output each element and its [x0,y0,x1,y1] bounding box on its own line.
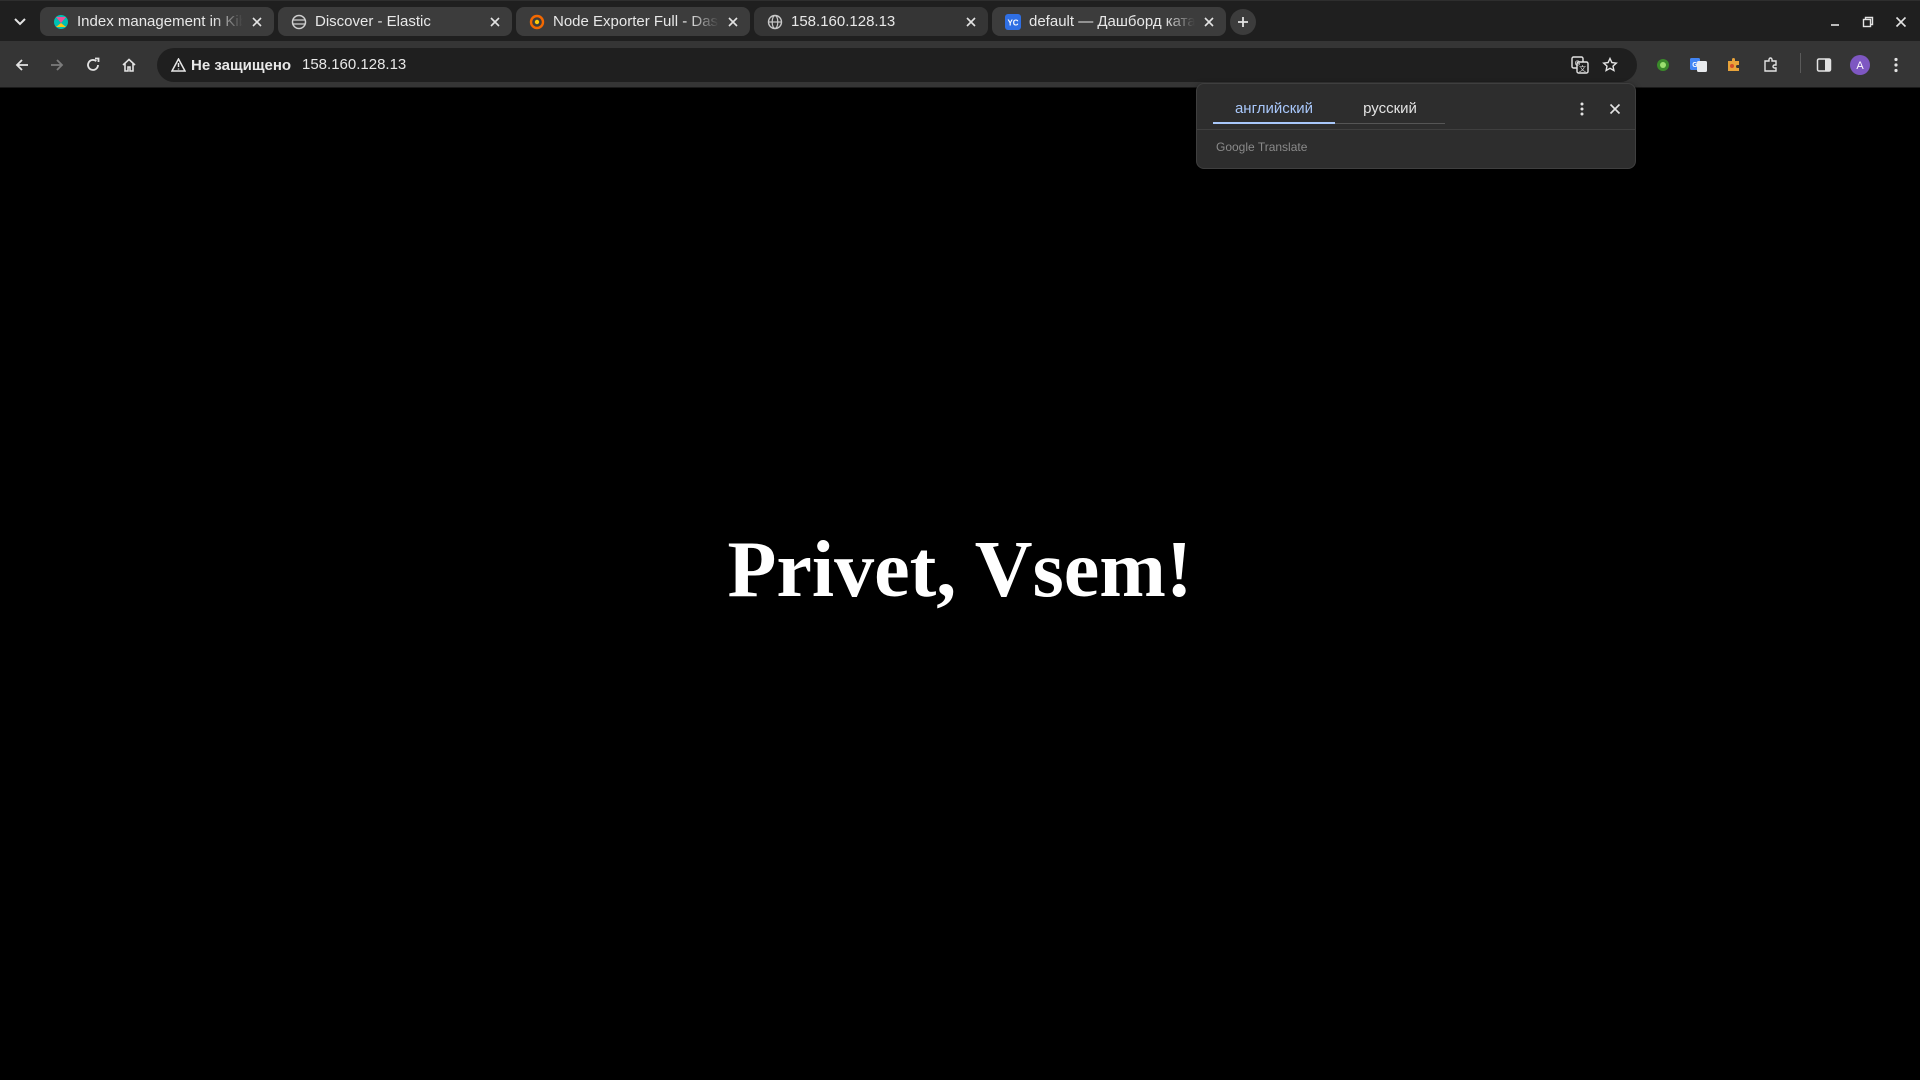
translate-page-button[interactable]: G文 [1567,52,1593,78]
translate-separator [1197,129,1635,130]
extension-green-icon[interactable] [1650,52,1676,78]
svg-text:YC: YC [1007,18,1018,27]
restore-icon [1862,16,1874,28]
security-label: Не защищено [191,56,292,74]
home-icon [122,58,136,72]
translate-icon: G文 [1571,56,1589,74]
profile-avatar[interactable]: A [1847,52,1873,78]
kibana-icon [52,13,69,30]
arrow-left-icon [15,59,28,71]
warning-icon [171,58,186,72]
forward-button[interactable] [43,51,71,79]
star-icon [1602,57,1618,72]
side-panel-icon [1816,58,1832,72]
tab-title: 158.160.128.13 [791,13,896,30]
address-bar[interactable]: Не защищено 158.160.128.13 G文 [157,48,1637,82]
home-button[interactable] [115,51,143,79]
close-tab-icon[interactable] [247,12,267,32]
puzzle-icon [1764,57,1777,72]
browser-toolbar: Не защищено 158.160.128.13 G文 G A [0,41,1920,88]
url-text[interactable]: 158.160.128.13 [302,56,406,73]
tab-title: Discover - Elastic [315,13,431,30]
svg-text:G: G [1692,62,1698,69]
translate-options-button[interactable] [1569,96,1595,122]
restore-button[interactable] [1855,9,1881,35]
yandex-cloud-icon: YC [1004,13,1021,30]
page-content: Privet, Vsem! [0,88,1920,1080]
tab-search-button[interactable] [6,11,34,33]
back-button[interactable] [8,51,36,79]
elastic-icon [290,13,307,30]
close-tab-icon[interactable] [723,12,743,32]
close-tab-icon[interactable] [961,12,981,32]
translate-bubble: английский русский Google Translate [1196,83,1636,169]
tab-current-page[interactable]: 158.160.128.13 [754,7,988,36]
google-translate-extension-icon[interactable]: G [1686,52,1712,78]
side-panel-button[interactable] [1811,52,1837,78]
translate-brand-label: Google Translate [1216,140,1308,154]
minimize-icon [1831,24,1839,26]
target-language-tab[interactable]: русский [1335,94,1445,124]
page-heading: Privet, Vsem! [727,526,1193,614]
grafana-icon [528,13,545,30]
toolbar-divider [1800,53,1801,73]
tab-title: Node Exporter Full - Dashboards - Grafan… [553,13,719,30]
more-vertical-icon [1894,57,1898,73]
tab-yandex-cloud[interactable]: YC default — Дашборд каталога [992,7,1226,36]
security-indicator[interactable]: Не защищено [165,53,297,77]
tab-strip: Index management in Kibana Discover - El… [0,0,1920,41]
tab-kibana[interactable]: Index management in Kibana [40,7,274,36]
tab-discover-elastic[interactable]: Discover - Elastic [278,7,512,36]
close-tab-icon[interactable] [1199,12,1219,32]
svg-text:文: 文 [1579,64,1586,73]
globe-icon [766,13,783,30]
reload-button[interactable] [79,51,107,79]
chevron-down-icon [14,18,26,26]
reload-icon [87,57,100,71]
arrow-right-icon [51,59,64,71]
extension-puzzle-color-icon[interactable] [1721,52,1747,78]
close-icon [1609,103,1621,115]
close-tab-icon[interactable] [485,12,505,32]
extensions-menu-button[interactable] [1758,52,1784,78]
more-vertical-icon [1580,102,1584,116]
close-icon [1895,16,1907,28]
tab-title: Index management in Kibana [77,13,243,30]
new-tab-button[interactable] [1230,9,1256,35]
close-window-button[interactable] [1888,9,1914,35]
svg-text:A: A [1856,60,1864,72]
bookmark-button[interactable] [1597,52,1623,78]
source-language-tab[interactable]: английский [1213,94,1335,124]
avatar-icon: A [1850,55,1870,75]
tab-title: default — Дашборд каталога [1029,13,1195,30]
plus-icon [1238,17,1248,27]
tab-grafana[interactable]: Node Exporter Full - Dashboards - Grafan… [516,7,750,36]
browser-menu-button[interactable] [1883,52,1909,78]
translate-close-button[interactable] [1602,96,1628,122]
minimize-button[interactable] [1822,9,1848,35]
